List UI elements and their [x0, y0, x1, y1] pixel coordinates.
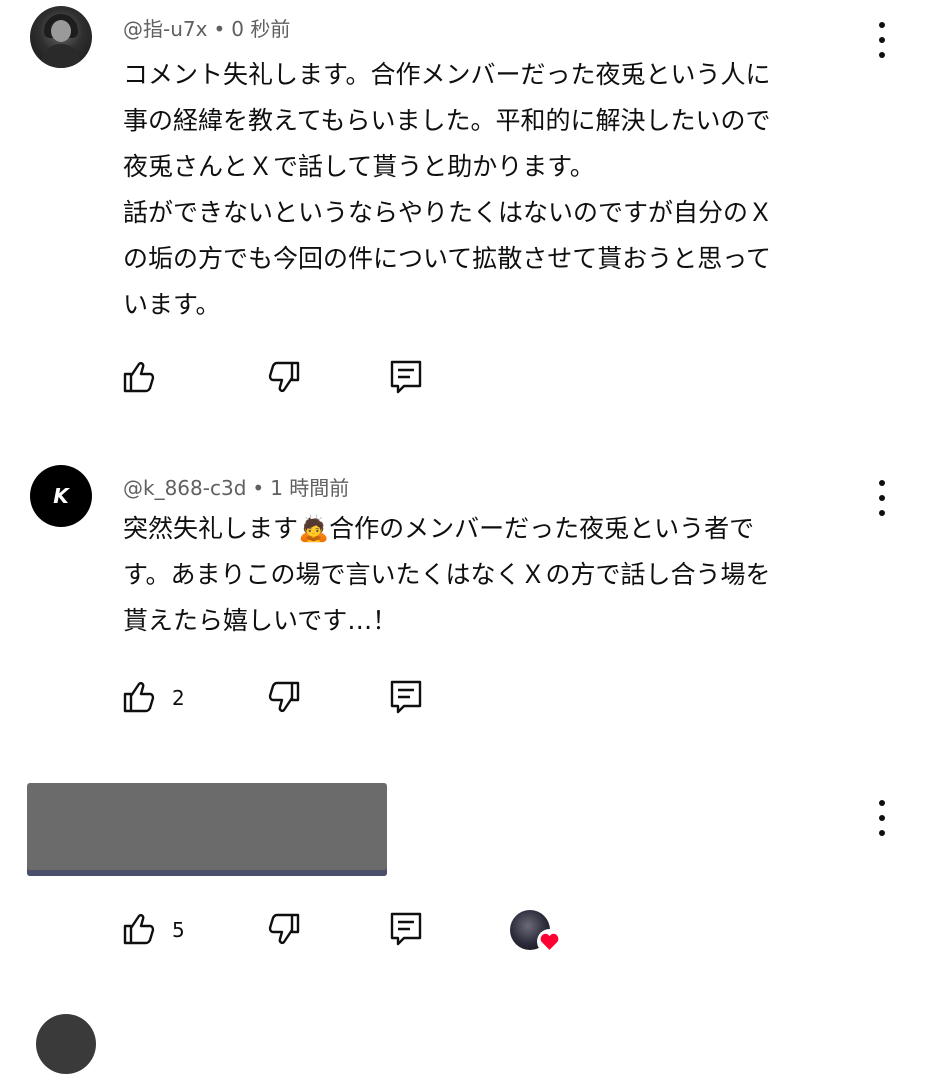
- redacted-block-edge: [27, 870, 387, 876]
- more-vertical-icon[interactable]: [872, 480, 892, 516]
- comment-timestamp[interactable]: 1 時間前: [270, 476, 349, 500]
- reply-button[interactable]: [386, 909, 426, 949]
- dislike-button[interactable]: [263, 357, 303, 397]
- reply-comment-icon: [390, 360, 422, 394]
- bowing-emoji: 🙇: [298, 514, 330, 543]
- comment-text: コメント失礼します。合作メンバーだった夜兎という人に 事の経緯を教えてもらいまし…: [123, 60, 774, 319]
- avatar-logo: K: [53, 484, 69, 508]
- user-avatar[interactable]: K: [30, 465, 92, 527]
- more-vertical-icon[interactable]: [872, 800, 892, 836]
- thumbs-down-icon: [268, 681, 300, 712]
- thumbs-up-icon: [123, 914, 155, 945]
- like-count: 2: [172, 686, 185, 710]
- heart-icon: [537, 929, 562, 954]
- comment-username[interactable]: @k_868-c3d: [123, 476, 246, 500]
- like-count: 5: [172, 918, 185, 942]
- dislike-button[interactable]: [263, 909, 303, 949]
- next-comment-avatar[interactable]: [36, 1014, 96, 1074]
- comment-text-part: 突然失礼します: [123, 514, 299, 543]
- comment-username[interactable]: @指-u7x: [123, 17, 207, 41]
- comment-timestamp[interactable]: 0 秒前: [231, 17, 290, 41]
- redacted-block: [27, 783, 387, 876]
- thumbs-up-icon: [123, 682, 155, 713]
- dislike-button[interactable]: [263, 677, 303, 717]
- like-button[interactable]: [120, 909, 160, 949]
- thumbs-down-icon: [268, 361, 300, 392]
- like-button[interactable]: [120, 357, 160, 397]
- thumbs-down-icon: [268, 913, 300, 944]
- comment-meta: @指-u7x • 0 秒前: [123, 13, 290, 42]
- reply-button[interactable]: [386, 677, 426, 717]
- reply-button[interactable]: [386, 357, 426, 397]
- reply-comment-icon: [390, 680, 422, 714]
- comment-meta: @k_868-c3d • 1 時間前: [123, 472, 349, 501]
- user-avatar[interactable]: [30, 6, 92, 68]
- meta-separator: •: [252, 476, 265, 500]
- meta-separator: •: [213, 17, 226, 41]
- comment-text: 突然失礼します🙇合作のメンバーだった夜兎という者で す。あまりこの場で言いたくは…: [123, 506, 863, 644]
- thumbs-up-icon: [123, 362, 155, 393]
- reply-comment-icon: [390, 912, 422, 946]
- like-button[interactable]: [120, 677, 160, 717]
- more-vertical-icon[interactable]: [872, 22, 892, 58]
